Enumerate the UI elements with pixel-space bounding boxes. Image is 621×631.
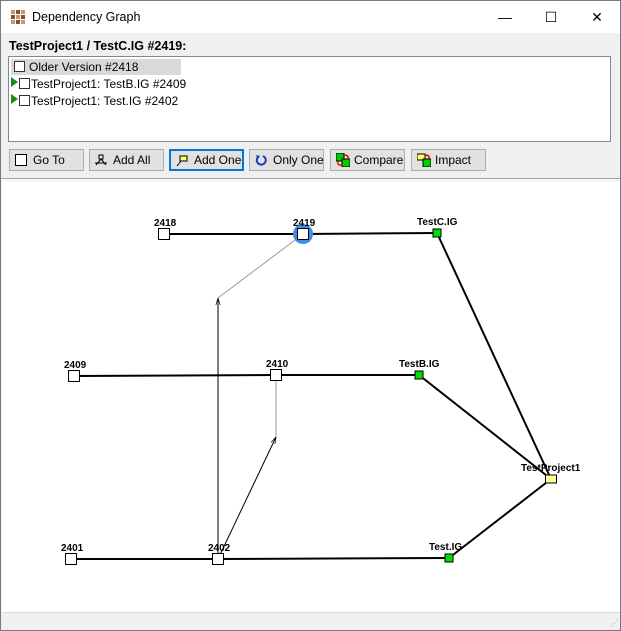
checkbox-icon (15, 154, 27, 166)
impact-button[interactable]: Impact (411, 149, 486, 171)
edge-2402-TestIG (217, 557, 450, 560)
link-2419 (217, 233, 304, 299)
minimize-button[interactable]: — (482, 1, 528, 33)
compare-button[interactable]: Compare (330, 149, 405, 171)
checkbox[interactable] (14, 61, 25, 72)
node-2401[interactable] (65, 553, 77, 565)
compare-icon (336, 153, 350, 167)
green-arrow-icon (11, 77, 18, 87)
node-label: 2409 (64, 360, 87, 371)
green-arrow-icon (11, 94, 18, 104)
graph-node-icon (95, 154, 107, 166)
list-item[interactable]: Older Version #2418 (11, 59, 181, 75)
node-label: TestC.IG (417, 217, 458, 228)
node-TestIG[interactable] (444, 553, 454, 563)
checkbox[interactable] (19, 95, 30, 106)
node-2418[interactable] (158, 228, 170, 240)
button-label: Compare (354, 153, 404, 167)
button-label: Impact (435, 153, 472, 167)
title-bar: Dependency Graph — ☐ ✕ (1, 1, 620, 33)
refresh-icon (255, 155, 267, 166)
resize-grip-icon[interactable]: ⋰ (610, 619, 618, 628)
dependency-graph-window: Dependency Graph — ☐ ✕ TestProject1 / Te… (0, 0, 621, 631)
edge-TestC-TP1 (436, 232, 552, 480)
node-label: Test.IG (429, 542, 462, 553)
button-label: Go To (33, 153, 65, 167)
node-2409[interactable] (68, 370, 80, 382)
node-label: 2419 (293, 218, 316, 229)
list-item-label: TestProject1: Test.IG #2402 (31, 94, 179, 108)
selection-header: TestProject1 / TestC.IG #2419: (9, 39, 187, 53)
node-TestB[interactable] (414, 370, 424, 380)
add-one-button[interactable]: Add One (169, 149, 244, 171)
close-button[interactable]: ✕ (574, 1, 620, 33)
edge-2409-2410 (73, 374, 277, 377)
button-label: Add One (194, 153, 242, 167)
node-2402[interactable] (212, 553, 224, 565)
list-item[interactable]: TestProject1: Test.IG #2402 (11, 93, 178, 109)
checkbox[interactable] (19, 78, 30, 89)
graph-svg[interactable]: 2418 2419 TestC.IG 2409 2410 TestB.IG TestProj… (2, 181, 620, 612)
add-all-button[interactable]: Add All (89, 149, 164, 171)
node-label: TestB.IG (399, 359, 440, 370)
node-2410[interactable] (270, 369, 282, 381)
arrow-2402-2410 (217, 437, 276, 560)
button-label: Add All (113, 153, 151, 167)
node-2419[interactable] (297, 228, 309, 240)
node-label: 2418 (154, 218, 177, 229)
go-to-button[interactable]: Go To (9, 149, 84, 171)
only-one-button[interactable]: Only One (249, 149, 324, 171)
node-TP1[interactable] (545, 474, 557, 484)
dependency-list[interactable]: Older Version #2418 TestProject1: TestB.… (8, 56, 611, 142)
node-label: 2402 (208, 543, 231, 554)
edge-2419-TestC (302, 232, 438, 235)
status-bar: ⋰ (2, 612, 620, 630)
list-item-label: Older Version #2418 (29, 60, 139, 74)
list-item[interactable]: TestProject1: TestB.IG #2409 (11, 76, 186, 92)
edge-TestIG-TP1 (448, 478, 552, 559)
window-title: Dependency Graph (32, 10, 141, 24)
button-label: Only One (273, 153, 324, 167)
add-node-icon (176, 155, 188, 167)
node-label: TestProject1 (521, 463, 581, 474)
impact-icon (417, 153, 431, 167)
dependency-graph-canvas[interactable]: 2418 2419 TestC.IG 2409 2410 TestB.IG TestProj… (2, 181, 620, 612)
divider (1, 178, 620, 180)
maximize-button[interactable]: ☐ (528, 1, 574, 33)
node-label: 2410 (266, 359, 289, 370)
list-item-label: TestProject1: TestB.IG #2409 (31, 77, 187, 91)
node-TestC[interactable] (432, 228, 442, 238)
app-icon (11, 10, 25, 24)
node-label: 2401 (61, 543, 84, 554)
